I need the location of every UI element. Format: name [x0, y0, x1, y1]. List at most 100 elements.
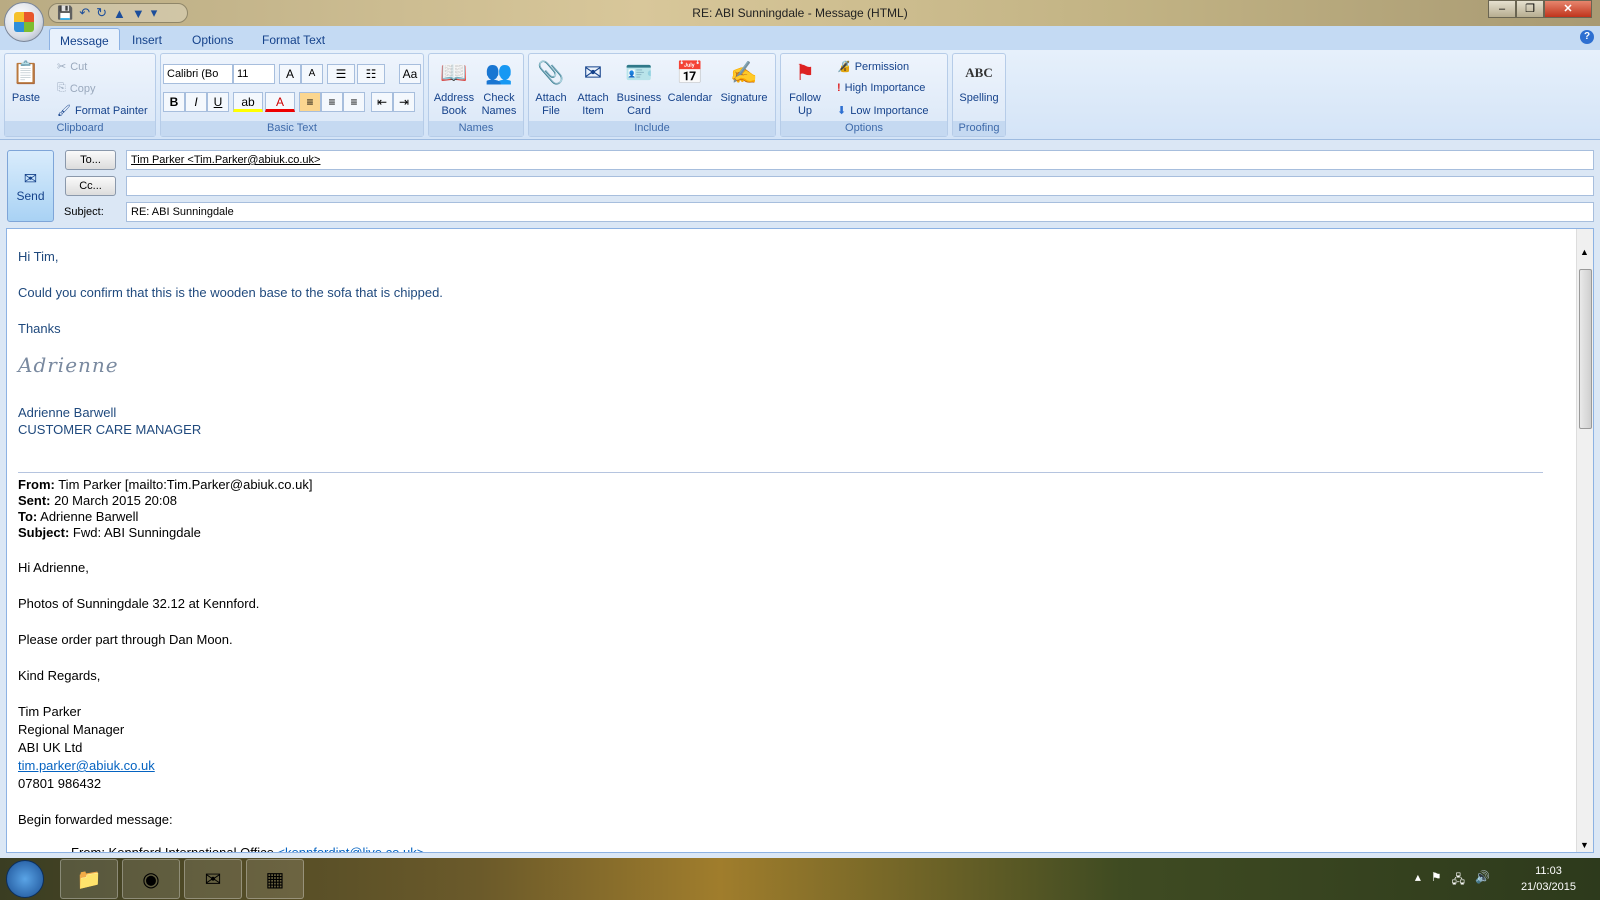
- signature-script: Adrienne: [18, 353, 119, 377]
- tab-message[interactable]: Message: [49, 28, 120, 52]
- paste-icon: 📋: [12, 59, 40, 85]
- vertical-scrollbar[interactable]: ▲ ▼: [1576, 229, 1593, 852]
- business-card-button[interactable]: 🪪 Business Card: [615, 56, 663, 118]
- paperclip-icon: 📎: [537, 59, 565, 85]
- scroll-up-icon[interactable]: ▲: [1580, 247, 1589, 257]
- permission-icon: 🔏: [837, 61, 851, 73]
- highlight-button[interactable]: ab: [233, 92, 263, 112]
- signature-name: Adrienne Barwell: [18, 405, 117, 420]
- tab-insert[interactable]: Insert: [122, 28, 172, 52]
- increase-indent-button[interactable]: ⇥: [393, 92, 415, 112]
- bold-button[interactable]: B: [163, 92, 185, 112]
- basic-text-label: Basic Text: [161, 121, 423, 136]
- include-label: Include: [529, 121, 775, 136]
- flag-icon[interactable]: ⚑: [1431, 870, 1442, 891]
- tab-format-text[interactable]: Format Text: [252, 28, 335, 52]
- quoted-line: Please order part through Dan Moon.: [18, 632, 233, 647]
- cut-button[interactable]: ✂ Cut: [57, 60, 87, 74]
- minimize-button[interactable]: –: [1488, 0, 1516, 18]
- explorer-icon[interactable]: 📁: [60, 859, 118, 899]
- follow-up-button[interactable]: ⚑ Follow Up: [783, 56, 827, 118]
- to-button[interactable]: To...: [65, 150, 116, 170]
- bullets-button[interactable]: ☰: [327, 64, 355, 84]
- font-color-button[interactable]: A: [265, 92, 295, 112]
- down-arrow-icon: ⬇: [837, 105, 847, 117]
- network-icon[interactable]: 🖧: [1452, 870, 1465, 891]
- quoted-regards: Kind Regards,: [18, 668, 101, 683]
- quoted-to: To: Adrienne Barwell: [18, 509, 139, 524]
- quoted-sent: Sent: 20 March 2015 20:08: [18, 493, 177, 508]
- volume-icon[interactable]: 🔊: [1475, 870, 1490, 891]
- font-size-select[interactable]: 11: [233, 64, 275, 84]
- message-body[interactable]: Hi Tim, Could you confirm that this is t…: [6, 228, 1594, 853]
- exclamation-icon: !: [837, 82, 841, 94]
- close-button[interactable]: ✕: [1544, 0, 1592, 18]
- business-card-icon: 🪪: [625, 59, 653, 85]
- align-right-button[interactable]: ≡: [343, 92, 365, 112]
- check-names-button[interactable]: 👥 Check Names: [477, 56, 521, 118]
- signature-title: CUSTOMER CARE MANAGER: [18, 422, 202, 437]
- send-envelope-icon: ✉: [23, 171, 38, 188]
- font-name-select[interactable]: Calibri (Bo: [163, 64, 233, 84]
- start-button[interactable]: [6, 860, 44, 898]
- message-header: ✉ Send To... Cc... Subject: Tim Parker <T…: [0, 142, 1600, 230]
- scroll-down-icon[interactable]: ▼: [1580, 840, 1589, 850]
- chrome-icon[interactable]: ◉: [122, 859, 180, 899]
- subject-label: Subject:: [64, 206, 104, 218]
- grow-font-button[interactable]: A: [279, 64, 301, 84]
- office-button[interactable]: [4, 2, 44, 42]
- options-label: Options: [781, 121, 947, 136]
- attach-item-button[interactable]: ✉ Attach Item: [573, 56, 613, 118]
- underline-button[interactable]: U: [207, 92, 229, 112]
- office-logo-icon: [14, 12, 34, 32]
- align-left-button[interactable]: ≡: [299, 92, 321, 112]
- tab-options[interactable]: Options: [182, 28, 243, 52]
- low-importance-button[interactable]: ⬇ Low Importance: [837, 104, 928, 118]
- restore-button[interactable]: ❐: [1516, 0, 1544, 18]
- calendar-button[interactable]: 📅 Calendar: [665, 56, 715, 105]
- high-importance-button[interactable]: ! High Importance: [837, 82, 925, 94]
- shrink-font-button[interactable]: A: [301, 64, 323, 84]
- italic-button[interactable]: I: [185, 92, 207, 112]
- cc-field[interactable]: [126, 176, 1594, 196]
- cc-button[interactable]: Cc...: [65, 176, 116, 196]
- send-button[interactable]: ✉ Send: [7, 150, 54, 222]
- help-icon[interactable]: ?: [1580, 30, 1594, 44]
- window-title: RE: ABI Sunningdale - Message (HTML): [692, 6, 908, 20]
- styles-button[interactable]: Aa: [399, 64, 421, 84]
- email-link[interactable]: tim.parker@abiuk.co.uk: [18, 758, 155, 773]
- align-center-button[interactable]: ≡: [321, 92, 343, 112]
- to-field[interactable]: Tim Parker <Tim.Parker@abiuk.co.uk>: [126, 150, 1594, 170]
- format-painter-button[interactable]: 🖌 Format Painter: [57, 104, 148, 118]
- permission-button[interactable]: 🔏 Permission: [837, 60, 909, 74]
- app-icon[interactable]: ▦: [246, 859, 304, 899]
- quoted-company: ABI UK Ltd: [18, 740, 83, 755]
- forwarded-email-link[interactable]: <kennfordint@live.co.uk>: [277, 845, 424, 852]
- numbering-button[interactable]: ☷: [357, 64, 385, 84]
- clock[interactable]: 11:03 21/03/2015: [1521, 863, 1576, 895]
- quoted-name: Tim Parker: [18, 704, 82, 719]
- signature-button[interactable]: ✍ Signature: [717, 56, 771, 105]
- decrease-indent-button[interactable]: ⇤: [371, 92, 393, 112]
- ribbon: 📋 Paste ✂ Cut ⎘ Copy 🖌 Format Painter Clipbo…: [0, 50, 1600, 140]
- copy-icon: ⎘: [57, 82, 66, 94]
- outlook-icon[interactable]: ✉: [184, 859, 242, 899]
- clipboard-label: Clipboard: [5, 121, 155, 136]
- options-group: ⚑ Follow Up 🔏 Permission ! High Importance …: [780, 53, 948, 137]
- scroll-thumb[interactable]: [1579, 269, 1592, 429]
- address-book-button[interactable]: 📖 Address Book: [431, 56, 477, 118]
- copy-button[interactable]: ⎘ Copy: [57, 82, 96, 95]
- forwarded-from: From: Kennford International Office <ken…: [71, 845, 424, 852]
- forward-header: Begin forwarded message:: [18, 812, 173, 827]
- quoted-title: Regional Manager: [18, 722, 125, 737]
- check-names-icon: 👥: [485, 59, 513, 85]
- quoted-greeting: Hi Adrienne,: [18, 560, 89, 575]
- show-hidden-icon[interactable]: ▴: [1415, 870, 1421, 891]
- subject-field[interactable]: RE: ABI Sunningdale: [126, 202, 1594, 222]
- spelling-button[interactable]: ABC Spelling: [955, 56, 1003, 105]
- quoted-from: From: Tim Parker [mailto:Tim.Parker@abiu…: [18, 477, 313, 492]
- attach-file-button[interactable]: 📎 Attach File: [531, 56, 571, 118]
- thanks: Thanks: [18, 321, 61, 336]
- paste-button[interactable]: 📋 Paste: [9, 56, 43, 105]
- envelope-icon: ✉: [583, 59, 603, 85]
